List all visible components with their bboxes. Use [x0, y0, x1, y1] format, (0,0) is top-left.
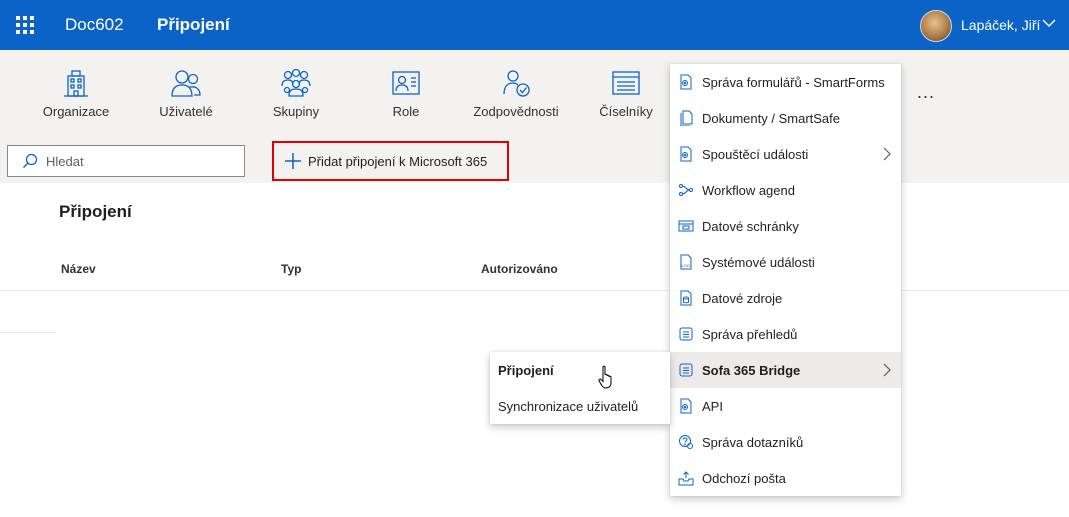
menu-item-label: API [702, 399, 723, 414]
app-launcher-icon[interactable] [16, 16, 34, 34]
menu-item-label: Datové schránky [702, 219, 799, 234]
chevron-right-icon [883, 147, 891, 161]
menu-item-label: Odchozí pošta [702, 471, 786, 486]
submenu-item-label: Připojení [498, 363, 554, 378]
add-connection-button[interactable]: Přidat připojení k Microsoft 365 [272, 141, 509, 181]
user-check-icon [503, 70, 530, 97]
menu-item-trigger-events[interactable]: Spouštěcí události [670, 136, 901, 172]
ribbon-item-organizace[interactable]: Organizace [21, 68, 131, 119]
gear-doc-icon [680, 74, 692, 90]
header-divider [0, 290, 1069, 291]
column-header-type[interactable]: Typ [281, 262, 301, 276]
mailbox-icon [678, 220, 694, 232]
menu-item-system-events[interactable]: LOG Systémové události [670, 244, 901, 280]
group-icon [281, 68, 311, 97]
gear-doc-icon [680, 146, 692, 162]
menu-item-label: Spouštěcí události [702, 147, 809, 162]
outbox-icon [678, 471, 694, 486]
workflow-icon [679, 184, 693, 196]
menu-item-label: Sofa 365 Bridge [702, 363, 801, 378]
search-icon [23, 153, 38, 168]
building-icon [64, 70, 88, 97]
menu-item-label: Správa dotazníků [702, 435, 804, 450]
ribbon-item-uzivatele[interactable]: Uživatelé [131, 68, 241, 119]
chevron-right-icon [883, 363, 891, 377]
sofa-bridge-submenu: Připojení Synchronizace uživatelů [490, 352, 670, 424]
search-box[interactable] [7, 145, 245, 177]
ribbon-item-ciselniky[interactable]: Číselníky [571, 68, 681, 119]
documents-icon [680, 110, 693, 126]
row-divider [0, 332, 56, 333]
menu-item-label: Workflow agend [702, 183, 795, 198]
report-icon [679, 363, 693, 377]
report-icon [679, 327, 693, 341]
more-menu: Správa formulářů - SmartForms Dokumenty … [670, 64, 901, 496]
menu-item-documents[interactable]: Dokumenty / SmartSafe [670, 100, 901, 136]
menu-item-label: Dokumenty / SmartSafe [702, 111, 840, 126]
menu-item-questionnaires[interactable]: Správa dotazníků [670, 424, 901, 460]
ribbon-item-label: Uživatelé [159, 104, 213, 119]
page-title: Připojení [157, 15, 230, 34]
menu-item-data-sources[interactable]: Datové zdroje [670, 280, 901, 316]
menu-item-label: Správa formulářů - SmartForms [702, 75, 885, 90]
user-name[interactable]: Lapáček, Jiří [961, 17, 1040, 33]
questionnaire-icon [679, 435, 693, 449]
menu-item-data-boxes[interactable]: Datové schránky [670, 208, 901, 244]
log-file-icon: LOG [680, 254, 692, 270]
menu-item-label: Systémové události [702, 255, 815, 270]
section-title: Připojení [59, 202, 132, 221]
menu-item-label: Datové zdroje [702, 291, 783, 306]
hand-cursor-icon [598, 365, 612, 389]
menu-item-api[interactable]: API [670, 388, 901, 424]
contact-card-icon [392, 71, 420, 95]
plus-icon [285, 153, 301, 169]
gear-doc-icon [680, 398, 692, 414]
submenu-item-user-sync[interactable]: Synchronizace uživatelů [490, 388, 670, 424]
submenu-item-label: Synchronizace uživatelů [498, 399, 639, 414]
ribbon-item-skupiny[interactable]: Skupiny [241, 68, 351, 119]
ribbon-item-zodpovednosti[interactable]: Zodpovědnosti [461, 68, 571, 119]
ribbon-item-label: Skupiny [272, 104, 320, 119]
chevron-down-icon[interactable] [1042, 18, 1056, 28]
ribbon-item-role[interactable]: Role [351, 68, 461, 119]
app-name[interactable]: Doc602 [65, 15, 124, 35]
ribbon-item-label: Zodpovědnosti [473, 104, 559, 119]
submenu-item-connections[interactable]: Připojení [490, 352, 670, 388]
menu-item-outgoing-mail[interactable]: Odchozí pošta [670, 460, 901, 496]
add-connection-label: Přidat připojení k Microsoft 365 [308, 153, 488, 169]
more-button[interactable]: ... [917, 82, 935, 103]
database-doc-icon [680, 290, 692, 306]
list-window-icon [612, 71, 640, 95]
ribbon-item-label: Organizace [42, 104, 110, 119]
avatar[interactable] [920, 10, 952, 42]
menu-item-sofa-bridge[interactable]: Sofa 365 Bridge [670, 352, 901, 388]
ribbon-item-label: Číselníky [599, 104, 653, 119]
menu-item-reports[interactable]: Správa přehledů [670, 316, 901, 352]
top-bar: Doc602 Připojení Lapáček, Jiří [0, 0, 1069, 50]
column-header-name[interactable]: Název [61, 262, 96, 276]
search-input[interactable] [46, 153, 236, 169]
menu-item-workflow[interactable]: Workflow agend [670, 172, 901, 208]
column-header-authorized[interactable]: Autorizováno [481, 262, 558, 276]
menu-item-label: Správa přehledů [702, 327, 798, 342]
users-icon [171, 70, 201, 97]
ribbon-item-label: Role [392, 104, 420, 119]
svg-text:LOG: LOG [682, 263, 690, 268]
menu-item-smartforms[interactable]: Správa formulářů - SmartForms [670, 64, 901, 100]
